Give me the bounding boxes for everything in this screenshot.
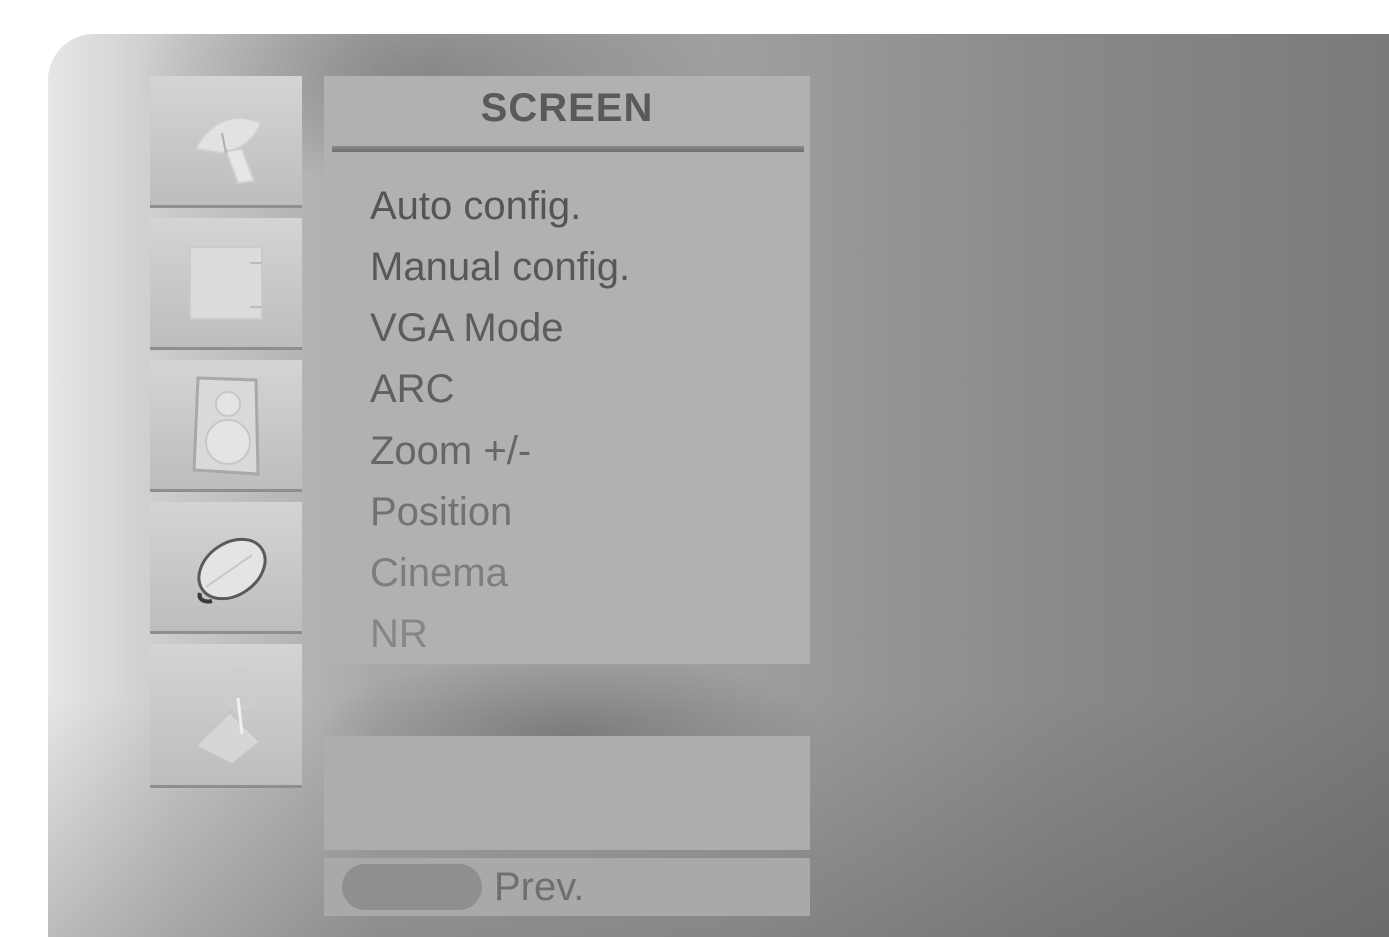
menu-divider [332,146,804,152]
prev-label: Prev. [494,865,585,909]
prev-button[interactable] [342,864,482,910]
picture-icon [176,233,276,333]
speaker-icon [176,370,276,480]
menu-item-zoom[interactable]: Zoom +/- [370,427,531,475]
menu-item-arc[interactable]: ARC [370,365,454,413]
key-icon [176,660,276,770]
sidebar-menu [150,76,302,788]
info-box [324,736,810,850]
sidebar-item-station[interactable] [150,76,302,208]
menu-item-auto-config[interactable]: Auto config. [370,182,581,230]
sidebar-item-time[interactable] [150,502,302,634]
sidebar-item-sound[interactable] [150,360,302,492]
menu-item-manual-config[interactable]: Manual config. [370,243,630,291]
menu-item-vga-mode[interactable]: VGA Mode [370,304,563,352]
menu-item-position[interactable]: Position [370,488,512,536]
screen-menu-panel: SCREEN Auto config. Manual config. VGA M… [324,76,810,664]
bottom-bar: Prev. [324,858,810,916]
menu-title: SCREEN [480,86,654,130]
clock-icon [176,517,276,617]
satellite-dish-icon [176,91,276,191]
sidebar-item-special[interactable] [150,644,302,788]
menu-item-cinema[interactable]: Cinema [370,549,508,597]
sidebar-item-picture[interactable] [150,218,302,350]
menu-item-nr[interactable]: NR [370,610,428,658]
